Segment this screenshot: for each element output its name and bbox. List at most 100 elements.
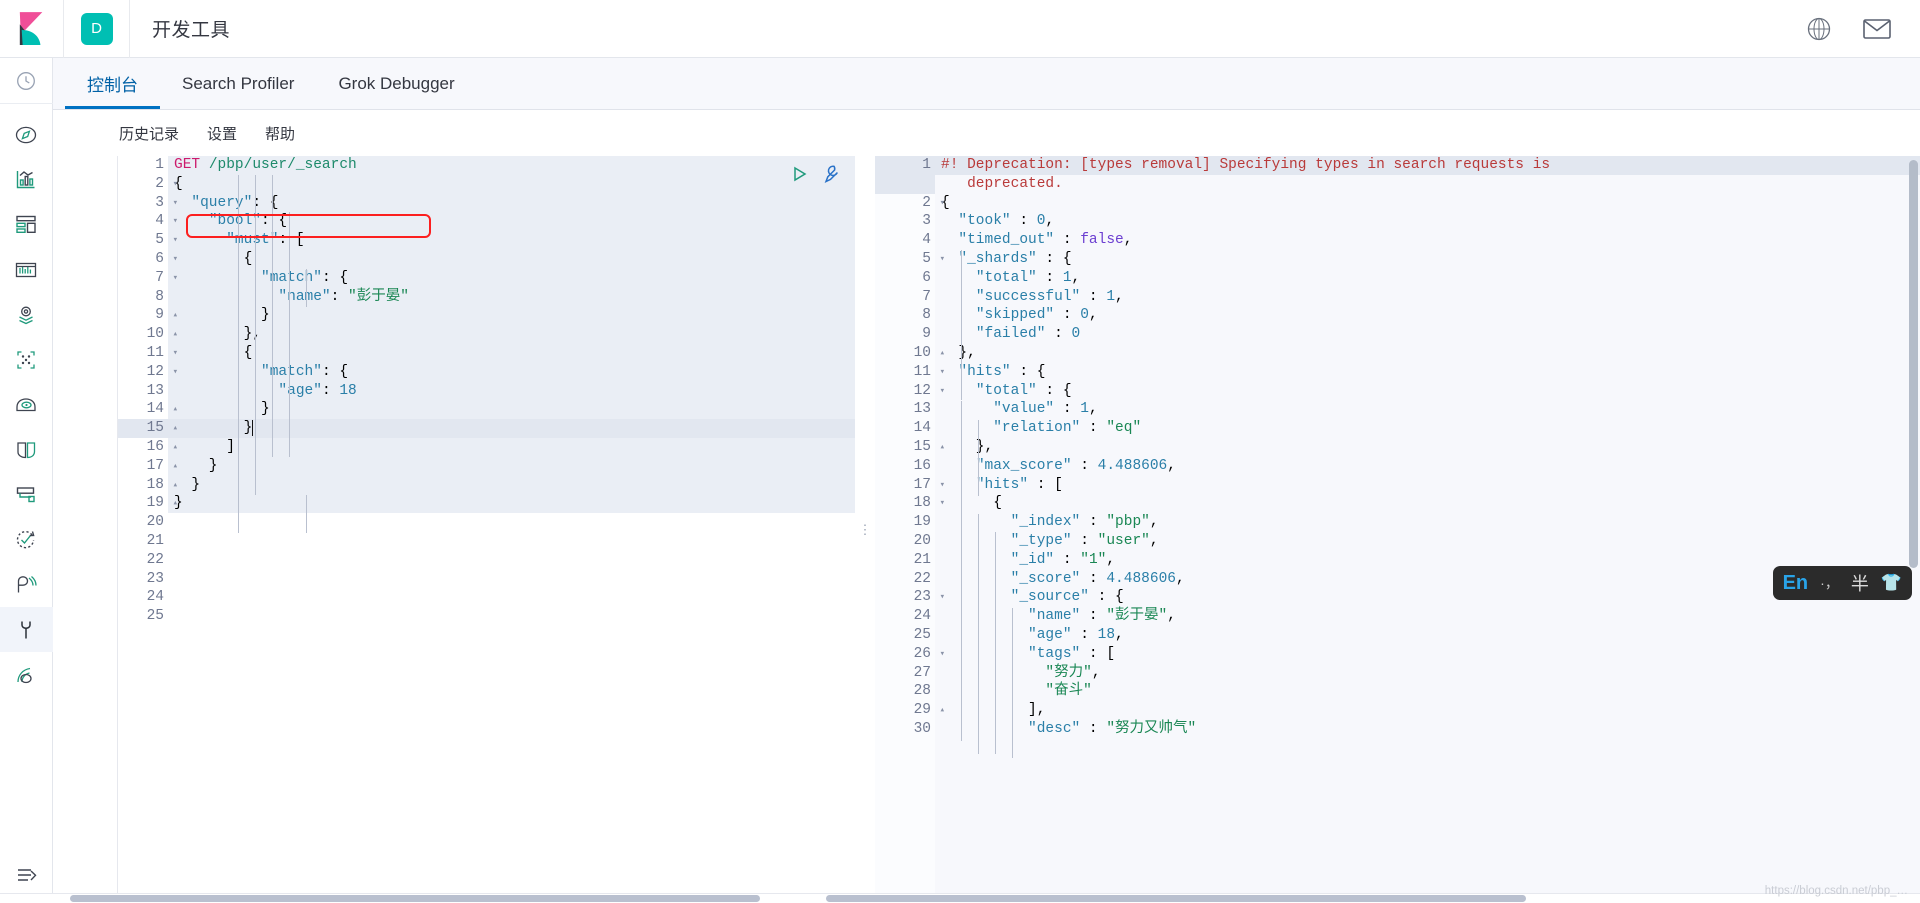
help-circle-icon[interactable] [1804,14,1834,44]
gutter-line[interactable]: 25 [118,607,168,626]
sidebar-item-siem[interactable] [0,562,53,607]
tab-grok-debugger[interactable]: Grok Debugger [316,58,476,109]
gutter-line[interactable]: 4 ▾ [118,212,178,231]
code-line[interactable]: } [168,457,855,476]
fold-toggle-icon[interactable]: ▾ [168,231,178,250]
horizontal-scrollbar-track[interactable] [0,893,1920,903]
fold-toggle-icon[interactable]: ▴ [168,400,178,419]
tab-search-profiler[interactable]: Search Profiler [160,58,316,109]
gutter-line[interactable]: 16 ▴ [118,438,178,457]
fold-toggle-icon[interactable]: ▴ [168,438,178,457]
sidebar-item-visualize[interactable] [0,157,53,202]
fold-toggle-icon[interactable]: ▾ [935,476,945,495]
code-line[interactable] [168,532,855,551]
fold-toggle-icon[interactable]: ▾ [168,212,178,231]
wrench-icon[interactable] [821,164,841,189]
code-line[interactable]: } [168,476,855,495]
space-selector-button[interactable]: D [64,0,130,58]
ime-status-overlay[interactable]: En ·， 半 👕 [1772,566,1912,600]
fold-toggle-icon[interactable]: ▴ [168,306,178,325]
response-editor[interactable]: 1 2 ▾ 3 4 5 ▾ 6 7 8 9 10 ▴ 11 ▾ 12 ▾ 13 14 15 ▴ 16 17 ▾ 18 ▾ 19 20 2… [875,156,1920,903]
left-hscroll-thumb[interactable] [70,895,760,902]
response-vertical-scrollbar[interactable] [1909,160,1918,899]
sidebar-item-uptime[interactable] [0,517,53,562]
collapse-sidebar-button[interactable] [0,855,53,895]
sidebar-item-canvas[interactable] [0,247,53,292]
sidebar-item-discover[interactable] [0,112,53,157]
subbar-help[interactable]: 帮助 [265,123,311,144]
right-hscroll-thumb[interactable] [826,895,1526,902]
code-line[interactable]: GET /pbp/user/_search [168,156,855,175]
ime-width-label[interactable]: 半 [1851,570,1869,596]
sidebar-item-monitoring[interactable] [0,652,53,697]
gutter-line[interactable]: 17 ▴ [118,457,178,476]
fold-toggle-icon[interactable]: ▾ [935,363,945,382]
request-editor-pane[interactable]: 1 2 ▾ 3 ▾ 4 ▾ 5 ▾ 6 ▾ 7 ▾ 8 9 ▴ 10 ▴ 11 ▾ 12 ▾ 13 14 ▴ 15 ▴ 16 ▴ 17 ▴ 1… [117,156,855,903]
fold-toggle-icon[interactable]: ▾ [935,645,945,664]
gutter-line[interactable]: 2 ▾ [118,175,178,194]
fold-toggle-icon[interactable]: ▴ [935,438,945,457]
sidebar-item-infrastructure[interactable] [0,382,53,427]
fold-toggle-icon[interactable]: ▾ [935,494,945,513]
gutter-line[interactable]: 15 ▴ [118,419,178,438]
gutter-line[interactable]: 23 [118,570,168,589]
gutter-line[interactable]: 19 ▴ [118,494,178,513]
fold-toggle-icon[interactable]: ▾ [168,344,178,363]
code-line[interactable] [168,513,855,532]
kibana-logo-button[interactable] [0,0,64,58]
fold-toggle-icon[interactable]: ▾ [935,588,945,607]
sidebar-item-apm[interactable] [0,472,53,517]
gutter-line[interactable]: 22 [118,551,168,570]
fold-toggle-icon[interactable]: ▾ [168,175,178,194]
gutter-line[interactable]: 1 [118,156,168,175]
fold-toggle-icon[interactable]: ▾ [935,382,945,401]
request-gutter[interactable]: 1 2 ▾ 3 ▾ 4 ▾ 5 ▾ 6 ▾ 7 ▾ 8 9 ▴ 10 ▴ 11 ▾ 12 ▾ 13 14 ▴ 15 ▴ 16 ▴ 17 ▴ 1… [118,156,178,903]
fold-toggle-icon[interactable]: ▴ [168,419,178,438]
response-viewer-pane[interactable]: 1 2 ▾ 3 4 5 ▾ 6 7 8 9 10 ▴ 11 ▾ 12 ▾ 13 14 15 ▴ 16 17 ▾ 18 ▾ 19 20 2… [875,156,1920,903]
gutter-line[interactable]: 11 ▾ [118,344,178,363]
subbar-history[interactable]: 历史记录 [119,123,195,144]
fold-toggle-icon[interactable]: ▾ [935,194,945,213]
ime-language-label[interactable]: En [1783,572,1809,595]
gutter-line[interactable]: 13 [118,382,168,401]
fold-toggle-icon[interactable]: ▾ [168,194,178,213]
fold-toggle-icon[interactable]: ▴ [935,701,945,720]
response-code[interactable]: #! Deprecation: [types removal] Specifyi… [935,156,1920,903]
fold-toggle-icon[interactable]: ▾ [935,250,945,269]
fold-toggle-icon[interactable]: ▴ [168,476,178,495]
pane-resizer[interactable]: ⋮ [855,156,875,903]
fold-toggle-icon[interactable]: ▴ [168,494,178,513]
ime-punctuation-label[interactable]: ·， [1820,573,1839,593]
code-line[interactable] [168,570,855,589]
sidebar-item-maps[interactable] [0,292,53,337]
code-line[interactable] [168,607,855,626]
sidebar-item-dev-tools[interactable] [0,607,53,652]
gutter-line[interactable]: 12 ▾ [118,363,178,382]
recently-viewed-button[interactable] [0,58,53,104]
code-line[interactable] [168,588,855,607]
fold-toggle-icon[interactable]: ▾ [168,269,178,288]
fold-toggle-icon[interactable]: ▴ [168,457,178,476]
fold-toggle-icon[interactable]: ▴ [935,344,945,363]
subbar-settings[interactable]: 设置 [207,123,253,144]
gutter-line[interactable]: 7 ▾ [118,269,178,288]
gutter-line[interactable]: 24 [118,588,168,607]
play-triangle-icon[interactable] [791,165,809,188]
gutter-line[interactable]: 14 ▴ [118,400,178,419]
mail-icon[interactable] [1862,14,1892,44]
sidebar-item-dashboard[interactable] [0,202,53,247]
gutter-line[interactable]: 10 ▴ [118,325,178,344]
gutter-line[interactable]: 18 ▴ [118,476,178,495]
gutter-line[interactable]: 8 [118,288,168,307]
sidebar-item-logs[interactable] [0,427,53,472]
gutter-line[interactable]: 20 [118,513,168,532]
code-line[interactable] [168,551,855,570]
gutter-line[interactable]: 3 ▾ [118,194,178,213]
gutter-line[interactable]: 5 ▾ [118,231,178,250]
request-editor[interactable]: 1 2 ▾ 3 ▾ 4 ▾ 5 ▾ 6 ▾ 7 ▾ 8 9 ▴ 10 ▴ 11 ▾ 12 ▾ 13 14 ▴ 15 ▴ 16 ▴ 17 ▴ 1… [118,156,855,903]
shirt-icon[interactable]: 👕 [1881,573,1902,593]
fold-toggle-icon[interactable]: ▴ [168,325,178,344]
sidebar-item-machine-learning[interactable] [0,337,53,382]
fold-toggle-icon[interactable]: ▾ [168,363,178,382]
fold-toggle-icon[interactable]: ▾ [168,250,178,269]
